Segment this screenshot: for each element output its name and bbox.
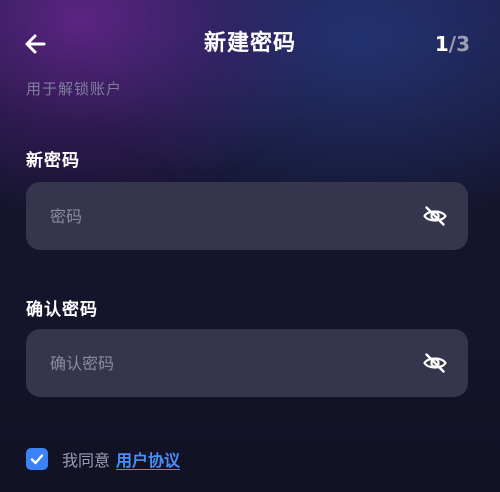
- step-total: /3: [448, 32, 470, 56]
- agreement-row: 我同意 用户协议: [26, 448, 180, 470]
- header: 新建密码 1/3: [0, 0, 500, 86]
- step-indicator: 1/3: [435, 31, 470, 57]
- new-password-input[interactable]: [50, 182, 410, 250]
- confirm-password-label: 确认密码: [26, 300, 98, 320]
- page-title: 新建密码: [203, 31, 296, 56]
- step-current: 1: [434, 32, 449, 56]
- confirm-password-input[interactable]: [50, 329, 410, 397]
- page-subtitle: 用于解锁账户: [26, 80, 123, 98]
- confirm-password-box: [26, 329, 468, 397]
- checkmark-icon: [30, 454, 44, 465]
- new-password-label: 新密码: [26, 151, 80, 171]
- new-password-visibility-toggle[interactable]: [422, 203, 448, 229]
- agreement-checkbox[interactable]: [26, 448, 48, 470]
- new-password-box: [26, 182, 468, 250]
- agreement-text: 我同意: [62, 451, 111, 470]
- eye-off-icon: [423, 353, 447, 373]
- user-agreement-link[interactable]: 用户协议: [116, 447, 180, 471]
- eye-off-icon: [423, 206, 447, 226]
- confirm-password-visibility-toggle[interactable]: [422, 350, 448, 376]
